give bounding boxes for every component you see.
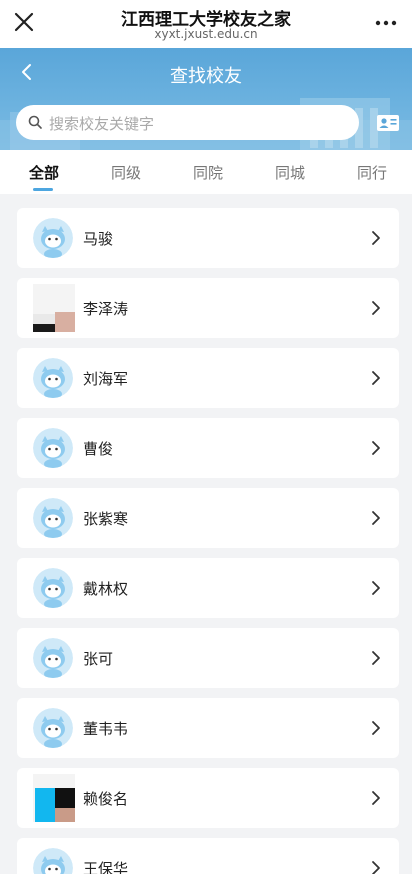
alumni-name: 赖俊名 [83, 790, 129, 808]
chevron-right-icon [372, 511, 380, 525]
default-avatar-icon [33, 218, 73, 258]
default-avatar-icon [33, 848, 73, 874]
alumni-name: 张可 [83, 650, 114, 668]
alumni-list-item[interactable]: 赖俊名 [17, 768, 399, 828]
user-photo [33, 774, 75, 822]
chevron-right-icon [372, 581, 380, 595]
chevron-right-icon [372, 861, 380, 874]
page-title: 查找校友 [170, 66, 242, 87]
default-avatar-icon [33, 358, 73, 398]
default-avatar-icon [33, 708, 73, 748]
alumni-list-item[interactable]: 马骏 [17, 208, 399, 268]
alumni-list-item[interactable]: 刘海军 [17, 348, 399, 408]
alumni-list-item[interactable]: 曹俊 [17, 418, 399, 478]
alumni-name: 李泽涛 [83, 300, 129, 318]
alumni-list-item[interactable]: 张紫寒 [17, 488, 399, 548]
user-photo [33, 284, 75, 332]
default-avatar-icon [33, 638, 73, 678]
contact-card-icon[interactable] [376, 114, 400, 132]
app-url: xyxt.jxust.edu.cn [154, 27, 258, 41]
alumni-name: 曹俊 [83, 440, 114, 458]
filter-tabs: 全部 同级 同院 同城 同行 [0, 150, 412, 194]
tab-same-year[interactable]: 同级 [111, 162, 141, 183]
default-avatar-icon [33, 568, 73, 608]
search-input[interactable]: 搜索校友关键字 [16, 105, 359, 140]
search-icon [28, 115, 42, 129]
chevron-right-icon [372, 721, 380, 735]
search-placeholder: 搜索校友关键字 [49, 115, 155, 133]
tab-all[interactable]: 全部 [29, 162, 59, 183]
alumni-name: 马骏 [83, 230, 114, 248]
tab-same-college[interactable]: 同院 [193, 162, 223, 183]
title-bar: 江西理工大学校友之家 xyxt.jxust.edu.cn [0, 0, 412, 48]
alumni-list-item[interactable]: 王保华 [17, 838, 399, 874]
tab-same-city[interactable]: 同城 [275, 162, 305, 183]
default-avatar-icon [33, 428, 73, 468]
chevron-right-icon [372, 301, 380, 315]
chevron-right-icon [372, 651, 380, 665]
alumni-name: 王保华 [83, 860, 129, 874]
alumni-list-item[interactable]: 董韦韦 [17, 698, 399, 758]
alumni-name: 董韦韦 [83, 720, 129, 738]
more-icon[interactable] [374, 11, 398, 31]
alumni-list-item[interactable]: 李泽涛 [17, 278, 399, 338]
default-avatar-icon [33, 498, 73, 538]
alumni-list-item[interactable]: 张可 [17, 628, 399, 688]
alumni-name: 张紫寒 [83, 510, 129, 528]
chevron-right-icon [372, 791, 380, 805]
alumni-name: 刘海军 [83, 370, 129, 388]
alumni-list-item[interactable]: 戴林权 [17, 558, 399, 618]
chevron-right-icon [372, 441, 380, 455]
header-banner: 查找校友 搜索校友关键字 [0, 48, 412, 150]
active-tab-indicator [33, 188, 53, 191]
alumni-name: 戴林权 [83, 580, 129, 598]
tab-same-industry[interactable]: 同行 [357, 162, 387, 183]
chevron-right-icon [372, 231, 380, 245]
chevron-right-icon [372, 371, 380, 385]
